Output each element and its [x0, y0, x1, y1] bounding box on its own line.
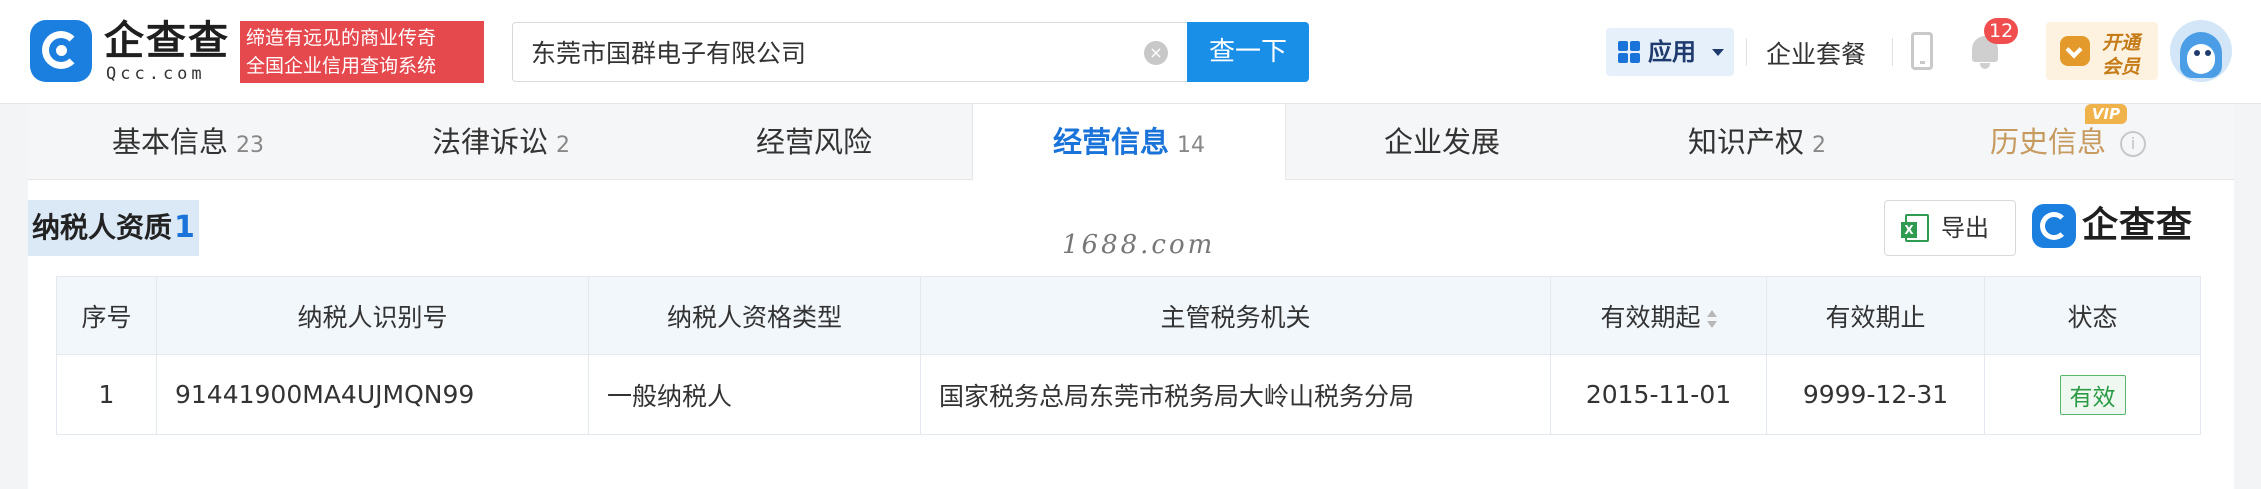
- info-icon[interactable]: i: [2120, 131, 2147, 157]
- export-label: 导出: [1941, 214, 1989, 242]
- apps-button[interactable]: 应用: [1606, 28, 1734, 76]
- vip-label-2: 会员: [2102, 56, 2141, 78]
- apps-label: 应用: [1648, 38, 1696, 66]
- vip-icon: [2060, 36, 2090, 66]
- tab-legal[interactable]: 法律诉讼 2: [432, 104, 570, 180]
- tab-business-risk[interactable]: 经营风险: [756, 104, 872, 180]
- tab-label: 历史信息: [1990, 125, 2107, 159]
- qcc-logo[interactable]: 企查查 Qcc.com: [30, 18, 230, 86]
- tab-count: 23: [236, 133, 265, 158]
- search-input[interactable]: [531, 23, 1121, 81]
- mobile-phone-icon[interactable]: [1911, 32, 1933, 70]
- col-header-index: 序号: [56, 276, 157, 355]
- status-badge: 有效: [2059, 374, 2126, 415]
- col-header-valid-to: 有效期止: [1766, 276, 1985, 355]
- divider: [1746, 38, 1747, 66]
- excel-icon: [1901, 214, 1929, 242]
- tab-label: 经营风险: [756, 125, 873, 159]
- vip-tag: VIP: [2085, 104, 2127, 124]
- divider: [1892, 38, 1893, 66]
- cell-tax-id: 91441900MA4UJMQN99: [156, 354, 589, 435]
- col-header-valid-from[interactable]: 有效期起: [1550, 276, 1767, 355]
- cell-status: 有效: [1984, 354, 2201, 435]
- open-vip-button[interactable]: 开通 会员: [2046, 22, 2158, 80]
- section-count: 1: [174, 210, 195, 245]
- watermark: 1688.com: [1062, 230, 1216, 260]
- qcc-logo-icon: [30, 20, 92, 82]
- slogan-line-2: 全国企业信用查询系统: [246, 55, 437, 77]
- enterprise-package-link[interactable]: 企业套餐: [1766, 35, 1866, 71]
- col-header-tax-id: 纳税人识别号: [156, 276, 589, 355]
- col-header-tax-authority: 主管税务机关: [920, 276, 1551, 355]
- logo-text: 企查查: [104, 18, 230, 64]
- vip-label-1: 开通: [2102, 32, 2141, 54]
- tab-label: 经营信息: [1052, 125, 1169, 159]
- notification-badge: 12: [1984, 18, 2019, 44]
- qcc-brand-icon: [2032, 204, 2076, 248]
- cell-tax-authority: 国家税务总局东莞市税务局大岭山税务分局: [920, 354, 1551, 435]
- export-button[interactable]: 导出: [1884, 200, 2016, 256]
- slogan-line-1: 缔造有远见的商业传奇: [246, 27, 437, 49]
- tab-label: 知识产权: [1688, 125, 1805, 159]
- search-box: ×: [512, 22, 1190, 82]
- tab-label: 法律诉讼: [432, 125, 549, 159]
- taxpayer-table: 序号 纳税人识别号 纳税人资格类型 主管税务机关 有效期起 有效期止 状态 1 …: [56, 276, 2201, 435]
- tab-count: 2: [1812, 133, 1827, 158]
- user-avatar[interactable]: [2170, 20, 2232, 82]
- chevron-down-icon: [1712, 49, 1724, 56]
- search-button[interactable]: 查一下: [1187, 22, 1309, 82]
- logo-domain: Qcc.com: [106, 64, 206, 84]
- tab-ip[interactable]: 知识产权 2: [1688, 104, 1826, 180]
- tab-count: 14: [1177, 133, 1205, 158]
- company-tabs: 基本信息 23 法律诉讼 2 经营风险 经营信息 14 企业发展 知识产权 2 历史信息…: [28, 104, 2234, 180]
- sort-icon[interactable]: [1706, 309, 1717, 328]
- tab-label: 企业发展: [1384, 125, 1501, 159]
- cell-qualification: 一般纳税人: [588, 354, 921, 435]
- clear-icon[interactable]: ×: [1144, 41, 1168, 65]
- tab-development[interactable]: 企业发展: [1384, 104, 1500, 180]
- tab-basic-info[interactable]: 基本信息 23: [112, 104, 264, 180]
- section-title-label: 纳税人资质: [32, 211, 173, 244]
- tab-label: 基本信息: [112, 125, 229, 159]
- cell-valid-to: 9999-12-31: [1766, 354, 1985, 435]
- cell-valid-from: 2015-11-01: [1550, 354, 1767, 435]
- tab-business-info[interactable]: 经营信息 14: [972, 104, 1286, 180]
- cell-index: 1: [56, 354, 157, 435]
- table-row: 1 91441900MA4UJMQN99 一般纳税人 国家税务总局东莞市税务局大…: [56, 354, 2201, 435]
- col-header-status: 状态: [1984, 276, 2201, 355]
- brand-text: 企查查: [2082, 205, 2194, 246]
- section-title: 纳税人资质1: [28, 200, 199, 256]
- table-header-row: 序号 纳税人识别号 纳税人资格类型 主管税务机关 有效期起 有效期止 状态: [56, 276, 2201, 355]
- col-header-valid-from-label: 有效期起: [1600, 302, 1701, 332]
- tab-count: 2: [556, 133, 571, 158]
- apps-grid-icon: [1618, 41, 1640, 63]
- top-header: 企查查 Qcc.com 缔造有远见的商业传奇 全国企业信用查询系统 × 查一下 …: [0, 0, 2261, 104]
- slogan-banner: 缔造有远见的商业传奇 全国企业信用查询系统: [240, 21, 484, 83]
- col-header-qualification: 纳税人资格类型: [588, 276, 921, 355]
